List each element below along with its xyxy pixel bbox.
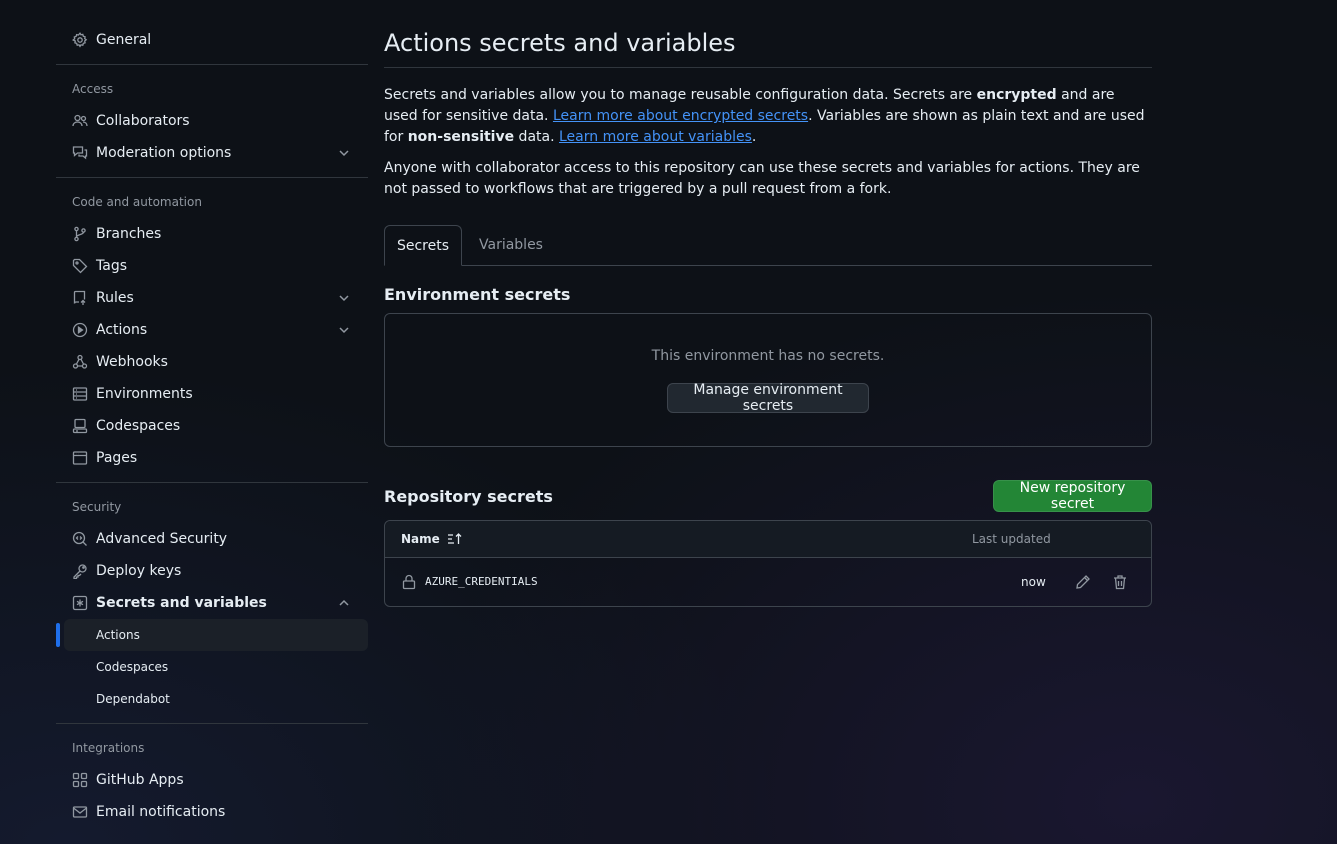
key-icon <box>72 563 88 579</box>
sidebar-item-label: Collaborators <box>96 113 190 129</box>
sidebar-item-label: Codespaces <box>96 418 181 434</box>
environment-secrets-heading: Environment secrets <box>384 285 571 304</box>
sidebar-item-label: Environments <box>96 386 193 402</box>
sidebar-item-pages[interactable]: Pages <box>56 442 368 474</box>
environment-secrets-box: This environment has no secrets. Manage … <box>384 313 1152 447</box>
sidebar-item-label: General <box>96 32 152 48</box>
apps-icon <box>72 772 88 788</box>
table-header: Name Last updated <box>385 521 1151 558</box>
repo-push-icon <box>72 290 88 306</box>
secret-last-updated: now <box>1021 575 1046 589</box>
server-icon <box>72 386 88 402</box>
chevron-down-icon <box>336 145 352 161</box>
sidebar-item-label: Deploy keys <box>96 563 182 579</box>
browser-icon <box>72 450 88 466</box>
sidebar-item-label: Moderation options <box>96 145 232 161</box>
sidebar-item-label: Rules <box>96 290 134 306</box>
sidebar-item-label: Webhooks <box>96 354 168 370</box>
codespaces-icon <box>72 418 88 434</box>
sidebar-item-label: Pages <box>96 450 138 466</box>
trash-icon[interactable] <box>1112 574 1128 590</box>
sidebar-item-moderation[interactable]: Moderation options <box>56 137 368 169</box>
divider <box>56 177 368 178</box>
tag-icon <box>72 258 88 274</box>
sidebar-item-branches[interactable]: Branches <box>56 218 368 250</box>
learn-more-secrets-link[interactable]: Learn more about encrypted secrets <box>553 108 808 124</box>
description-text: data. <box>514 129 559 145</box>
divider <box>56 64 368 65</box>
webhook-icon <box>72 354 88 370</box>
sidebar-item-label: Email notifications <box>96 804 226 820</box>
comment-discussion-icon <box>72 145 88 161</box>
column-header-last-updated: Last updated <box>972 532 1051 546</box>
description-access: Anyone with collaborator access to this … <box>384 160 1140 197</box>
pencil-icon[interactable] <box>1075 574 1091 590</box>
repository-secrets-table: Name Last updated AZURE_CREDENTIALS now <box>384 520 1152 607</box>
gear-icon <box>72 32 88 48</box>
sidebar-item-label: Tags <box>96 258 127 274</box>
codescan-icon <box>72 531 88 547</box>
divider <box>56 482 368 483</box>
sidebar-item-deploy-keys[interactable]: Deploy keys <box>56 555 368 587</box>
mail-icon <box>72 804 88 820</box>
chevron-down-icon <box>336 290 352 306</box>
sidebar-subitem-dependabot[interactable]: Dependabot <box>56 683 368 715</box>
group-title-security: Security <box>72 500 122 514</box>
lock-icon <box>402 574 416 590</box>
sidebar-item-codespaces[interactable]: Codespaces <box>56 410 368 442</box>
sidebar-item-label: Advanced Security <box>96 531 228 547</box>
sidebar-item-label: GitHub Apps <box>96 772 184 788</box>
sidebar-item-actions[interactable]: Actions <box>56 314 368 346</box>
sidebar-item-collaborators[interactable]: Collaborators <box>56 105 368 137</box>
sidebar-item-general[interactable]: General <box>56 24 368 56</box>
sort-ascending-icon <box>447 532 463 546</box>
tab-variables[interactable]: Variables <box>479 225 543 264</box>
sidebar-item-webhooks[interactable]: Webhooks <box>56 346 368 378</box>
page-title: Actions secrets and variables <box>384 24 1152 68</box>
sidebar-item-label: Secrets and variables <box>96 595 267 611</box>
play-icon <box>72 322 88 338</box>
sidebar-item-advanced-security[interactable]: Advanced Security <box>56 523 368 555</box>
secret-name: AZURE_CREDENTIALS <box>425 575 538 588</box>
chevron-up-icon <box>336 595 352 611</box>
sidebar-item-rules[interactable]: Rules <box>56 282 368 314</box>
main-content: Actions secrets and variables Secrets an… <box>384 24 1152 607</box>
environment-empty-message: This environment has no secrets. <box>651 348 885 364</box>
description-bold: encrypted <box>976 87 1057 103</box>
sidebar-subitem-actions[interactable]: Actions <box>56 619 368 651</box>
sidebar-item-label: Branches <box>96 226 162 242</box>
description-bold: non-sensitive <box>407 129 515 145</box>
tab-bar: Secrets Variables <box>384 225 1152 266</box>
settings-sidebar: General Access Collaborators Moderation … <box>56 24 368 828</box>
learn-more-variables-link[interactable]: Learn more about variables <box>559 129 752 145</box>
group-title-integrations: Integrations <box>72 741 145 755</box>
sidebar-subitem-codespaces[interactable]: Codespaces <box>56 651 368 683</box>
sidebar-item-email-notifications[interactable]: Email notifications <box>56 796 368 828</box>
column-header-label: Name <box>401 532 440 546</box>
new-repository-secret-button[interactable]: New repository secret <box>993 480 1152 512</box>
description-text: Secrets and variables allow you to manag… <box>384 87 977 103</box>
description-text: . <box>751 129 757 145</box>
group-title-code-automation: Code and automation <box>72 195 202 209</box>
sidebar-item-github-apps[interactable]: GitHub Apps <box>56 764 368 796</box>
people-icon <box>72 113 88 129</box>
sidebar-item-secrets-and-variables[interactable]: Secrets and variables <box>56 587 368 619</box>
sidebar-item-label: Actions <box>96 322 148 338</box>
divider <box>56 723 368 724</box>
sidebar-item-tags[interactable]: Tags <box>56 250 368 282</box>
repository-secrets-heading: Repository secrets <box>384 487 553 506</box>
git-branch-icon <box>72 226 88 242</box>
table-row: AZURE_CREDENTIALS now <box>385 558 1151 606</box>
sidebar-item-environments[interactable]: Environments <box>56 378 368 410</box>
tab-secrets[interactable]: Secrets <box>384 225 462 266</box>
chevron-down-icon <box>336 322 352 338</box>
column-header-name[interactable]: Name <box>401 532 463 546</box>
asterisk-icon <box>72 595 88 611</box>
group-title-access: Access <box>72 82 114 96</box>
manage-environment-secrets-button[interactable]: Manage environment secrets <box>667 382 869 414</box>
description-secrets: Secrets and variables allow you to manag… <box>384 85 1152 148</box>
